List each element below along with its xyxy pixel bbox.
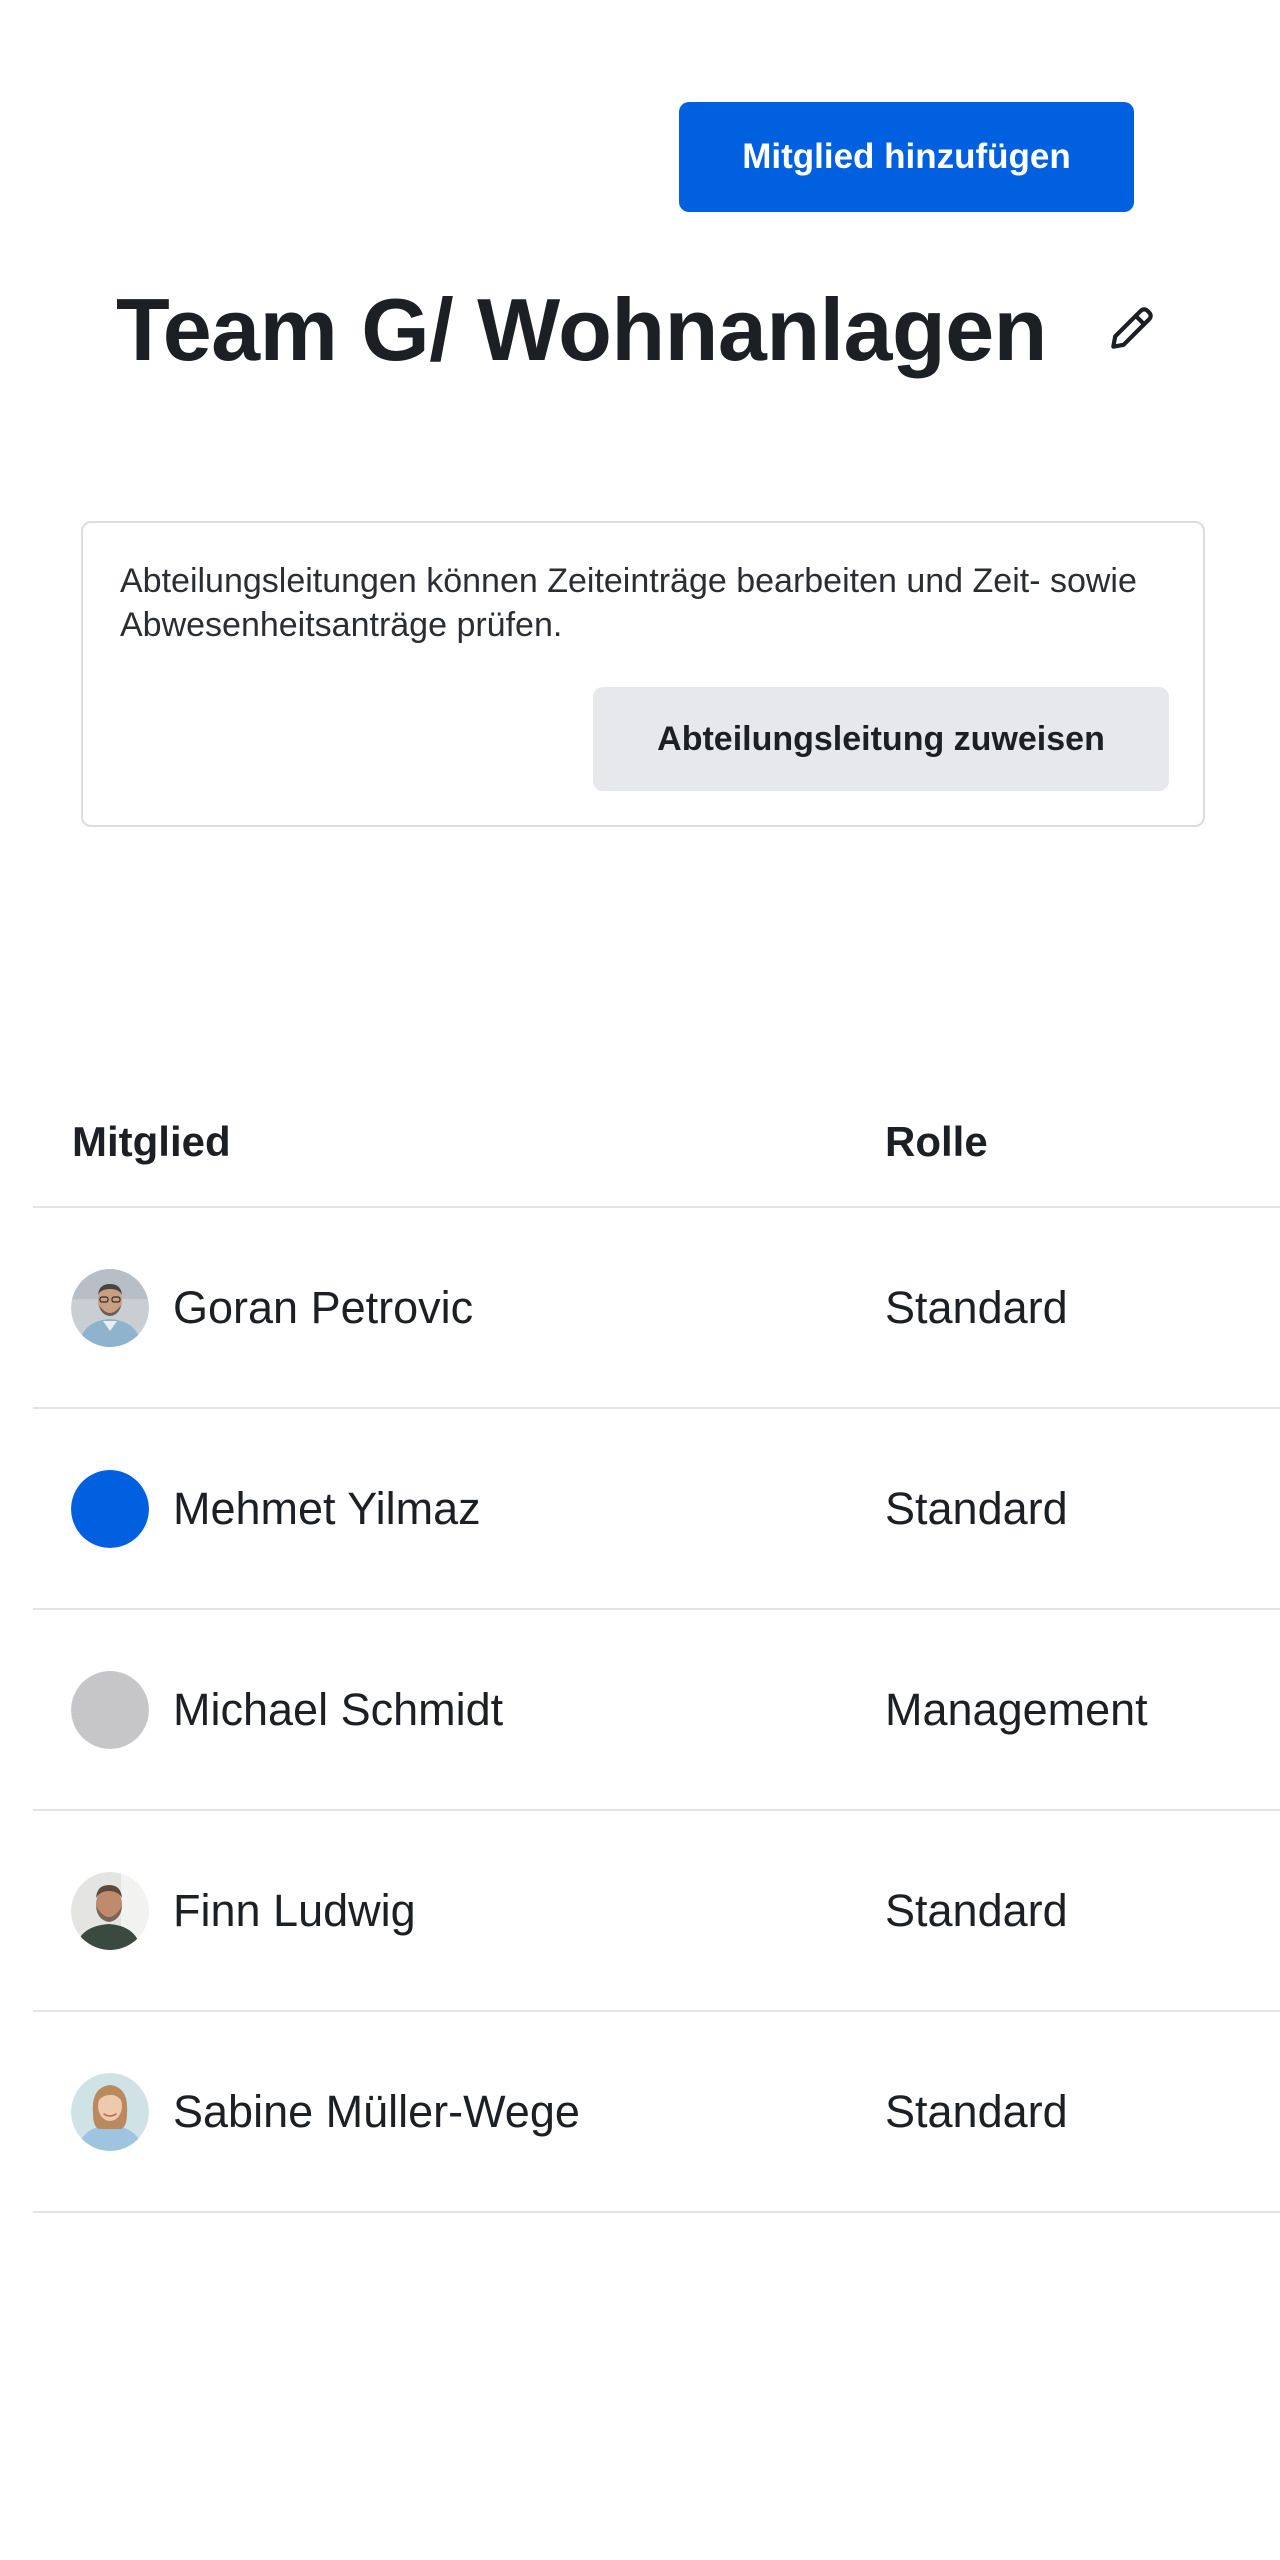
table-row[interactable]: Finn Ludwig Standard [33, 1811, 1280, 2012]
table-row[interactable]: Mehmet Yilmaz Standard [33, 1409, 1280, 1610]
member-role: Management [885, 1684, 1148, 1735]
pencil-icon[interactable] [1104, 300, 1160, 356]
add-member-button[interactable]: Mitglied hinzufügen [679, 102, 1134, 212]
member-name[interactable]: Finn Ludwig [173, 1883, 416, 1939]
table-row[interactable]: Sabine Müller-Wege Standard [33, 2012, 1280, 2213]
avatar [71, 1269, 149, 1347]
member-name[interactable]: Sabine Müller-Wege [173, 2084, 580, 2140]
member-role: Standard [885, 1885, 1068, 1936]
members-table: Mitglied Rolle Goran Petrovic Standard M… [33, 1080, 1280, 2213]
avatar [71, 1470, 149, 1548]
assign-department-lead-button[interactable]: Abteilungsleitung zuweisen [593, 687, 1169, 791]
member-role: Standard [885, 2086, 1068, 2137]
page-title-row: Team G/ Wohnanlagen [116, 270, 1047, 390]
column-header-member[interactable]: Mitglied [72, 1114, 231, 1170]
avatar [71, 1671, 149, 1749]
avatar [71, 1872, 149, 1950]
table-row[interactable]: Michael Schmidt Management [33, 1610, 1280, 1811]
member-name[interactable]: Mehmet Yilmaz [173, 1481, 481, 1537]
department-lead-info-box: Abteilungsleitungen können Zeiteinträge … [81, 521, 1205, 827]
table-header: Mitglied Rolle [33, 1080, 1280, 1208]
table-row[interactable]: Goran Petrovic Standard [33, 1208, 1280, 1409]
info-text: Abteilungsleitungen können Zeiteinträge … [120, 562, 1137, 644]
page-title: Team G/ Wohnanlagen [116, 280, 1047, 379]
avatar [71, 2073, 149, 2151]
column-header-role[interactable]: Rolle [885, 1114, 988, 1170]
member-name[interactable]: Goran Petrovic [173, 1280, 473, 1336]
member-name[interactable]: Michael Schmidt [173, 1682, 503, 1738]
member-role: Standard [885, 1483, 1068, 1534]
member-role: Standard [885, 1282, 1068, 1333]
